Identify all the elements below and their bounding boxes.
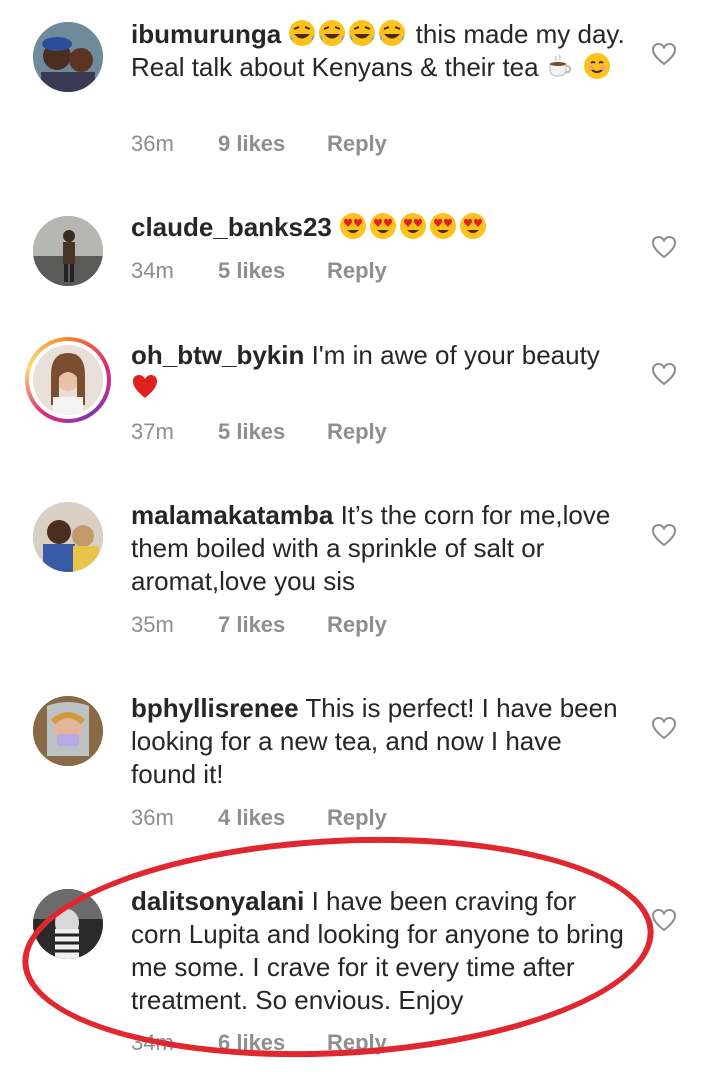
comment-username[interactable]: claude_banks23 [131,212,332,242]
comment-username[interactable]: dalitsonyalani [131,886,304,916]
heart-eyes-emoji-icon [340,213,367,239]
heart-outline-icon[interactable] [651,362,677,386]
heart-outline-icon[interactable] [651,523,677,547]
comment-username[interactable]: bphyllisrenee [131,693,299,723]
comment-meta: 36m 4 likes Reply [131,805,387,831]
comment-likes[interactable]: 5 likes [218,419,327,445]
reply-button[interactable]: Reply [327,258,387,284]
reply-button[interactable]: Reply [327,1030,387,1056]
comment-text: malamakatamba It’s the corn for me,love … [131,499,631,598]
rofl-emoji-icon [348,19,377,47]
comment-likes[interactable]: 6 likes [218,1030,327,1056]
comment-meta: 36m 9 likes Reply [131,131,387,157]
rofl-emoji-icon [378,19,407,47]
heart-outline-icon[interactable] [651,42,677,66]
comment-username[interactable]: oh_btw_bykin [131,340,304,370]
reply-button[interactable]: Reply [327,805,387,831]
comment-body: I'm in awe of your beauty [304,340,600,370]
avatar[interactable] [33,502,103,572]
comment-text: ibumurunga this made my day. Real talk a… [131,18,631,84]
avatar[interactable] [33,22,103,92]
comment-likes[interactable]: 5 likes [218,258,327,284]
comment-time: 35m [131,612,174,637]
comment-time: 34m [131,1030,174,1055]
comment-likes[interactable]: 4 likes [218,805,327,831]
comment-time: 36m [131,805,174,830]
rofl-emoji-icon [288,19,317,47]
comment-text: dalitsonyalani I have been craving for c… [131,885,631,1017]
avatar[interactable] [33,889,103,959]
comment-time: 34m [131,258,174,283]
comment-meta: 35m 7 likes Reply [131,612,387,638]
heart-eyes-emoji-icon [400,213,427,239]
comment-username[interactable]: malamakatamba [131,500,333,530]
tea-emoji-icon [548,54,571,77]
comment-meta: 34m 6 likes Reply [131,1030,387,1056]
red-heart-emoji-icon [133,375,157,398]
comment-likes[interactable]: 7 likes [218,612,327,638]
heart-eyes-emoji-icon [430,213,457,239]
heart-outline-icon[interactable] [651,235,677,259]
avatar[interactable] [33,696,103,766]
comment-time: 37m [131,419,174,444]
avatar[interactable] [33,216,103,286]
reply-button[interactable]: Reply [327,612,387,638]
heart-eyes-emoji-icon [460,213,487,239]
heart-outline-icon[interactable] [651,716,677,740]
heart-outline-icon[interactable] [651,908,677,932]
comment-text: bphyllisrenee This is perfect! I have be… [131,692,631,791]
comment-time: 36m [131,131,174,156]
reply-button[interactable]: Reply [327,131,387,157]
avatar-story-ring[interactable] [25,337,111,423]
reply-button[interactable]: Reply [327,419,387,445]
comment-meta: 34m 5 likes Reply [131,258,387,284]
heart-eyes-emoji-icon [370,213,397,239]
comment-text: claude_banks23 [131,211,631,244]
comment-username[interactable]: ibumurunga [131,19,281,49]
smile-emoji-icon [583,52,612,80]
comment-text: oh_btw_bykin I'm in awe of your beauty [131,339,631,405]
comment-meta: 37m 5 likes Reply [131,419,387,445]
rofl-emoji-icon [318,19,347,47]
comment-likes[interactable]: 9 likes [218,131,327,157]
